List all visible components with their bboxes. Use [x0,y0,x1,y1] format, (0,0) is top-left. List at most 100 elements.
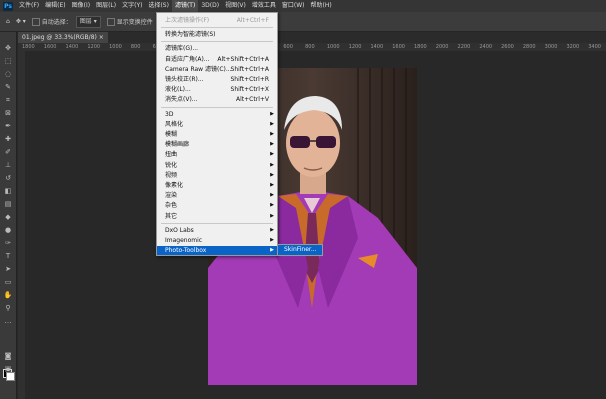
menu-type[interactable]: 文字(Y) [119,0,145,12]
menu-separator [161,222,273,224]
document-tab[interactable]: 01.jpeg @ 33.3%(RGB/8) × [18,32,108,43]
stamp-tool-icon[interactable]: ⊥ [2,161,14,170]
blur-tool-icon[interactable]: ◆ [2,213,14,222]
auto-select-dropdown[interactable]: 图层 ▾ [75,15,101,28]
menu-view[interactable]: 视图(V) [222,0,249,12]
auto-select-checkbox[interactable]: 自动选择： [31,17,72,27]
menu-item-label: 锐化 [165,161,178,169]
submenu-arrow-icon: ▶ [270,182,274,188]
menu-filter[interactable]: 滤镜(T) [171,0,199,12]
filter-menu-item[interactable]: 扭曲 ▶ [157,150,277,159]
filter-menu-item[interactable]: DxO Labs ▶ [157,226,277,235]
submenu-arrow-icon: ▶ [270,247,274,254]
ruler-tick-label: 2800 [522,44,536,50]
menu-item-label: 模糊 [165,131,178,138]
filter-menu-item[interactable]: 3D ▶ [157,110,277,119]
more-tools-icon[interactable]: … [2,317,14,326]
menu-file[interactable]: 文件(F) [16,0,42,12]
filter-menu-item[interactable]: 杂色 ▶ [157,201,277,210]
filter-menu-item[interactable]: 视频 ▶ [157,171,277,180]
move-tool-icon[interactable]: ✥ [2,44,14,53]
filter-menu-item[interactable]: 转换为智能滤镜(S) [157,30,277,39]
ruler-tick-label: 1000 [326,44,340,50]
menu-item-label: Photo-Toolbox [165,247,207,255]
ruler-tick-label: 1600 [392,44,405,50]
menu-3d[interactable]: 3D(D) [198,0,222,12]
filter-menu-item[interactable]: 液化(L)... Shift+Ctrl+X [157,85,277,94]
filter-menu-item[interactable]: 消失点(V)... Alt+Ctrl+V [157,95,277,104]
menu-item-label: 视频 [165,171,178,179]
filter-menu-item[interactable]: Imagenomic ▶ [157,236,277,245]
show-transform-checkbox[interactable]: 显示变换控件 [106,17,153,27]
filter-menu-item[interactable]: 滤镜库(G)... [157,44,277,53]
submenu-arrow-icon: ▶ [270,192,274,199]
quick-select-tool-icon[interactable]: ✎ [2,83,14,92]
filter-menu-item[interactable]: 风格化 ▶ [157,120,277,129]
submenu-arrow-icon: ▶ [270,237,274,243]
filter-menu-item[interactable]: 其它 ▶ [157,212,277,221]
filter-menu-item[interactable]: 自适应广角(A)... Alt+Shift+Ctrl+A [157,55,277,64]
filter-menu-item[interactable]: Camera Raw 滤镜(C)... Shift+Ctrl+A [157,65,277,74]
pen-tool-icon[interactable]: ✑ [2,239,14,248]
brush-tool-icon[interactable]: ✐ [2,148,14,157]
show-transform-label: 显示变换控件 [116,18,153,26]
eraser-tool-icon[interactable]: ◧ [2,187,14,196]
healing-tool-icon[interactable]: ✚ [2,135,14,144]
filter-menu-item[interactable]: 模糊 ▶ [157,130,277,139]
submenu-arrow-icon: ▶ [270,120,274,127]
menu-select[interactable]: 选择(S) [145,0,172,12]
menu-plugins[interactable]: 增效工具 [249,0,279,12]
screen-mode-icon[interactable]: ▣ [2,365,14,374]
dodge-tool-icon[interactable]: ● [2,226,14,235]
submenu-arrow-icon: ▶ [270,110,274,117]
hand-tool-icon[interactable]: ✋ [2,291,14,300]
menu-layer[interactable]: 图层(L) [93,0,119,12]
ruler-tick-label: 2600 [501,44,514,50]
type-tool-icon[interactable]: T [2,252,14,261]
filter-menu-item[interactable]: Photo-Toolbox ▶ [157,246,277,256]
menu-item-label: 杂色 [165,202,178,210]
filter-menu-item[interactable]: 像素化 ▶ [157,181,277,190]
filter-menu-item[interactable]: 镜头校正(R)... Shift+Ctrl+R [157,75,277,84]
menu-item-label: Camera Raw 滤镜(C)... [165,65,232,73]
menu-item-label: Imagenomic [165,237,203,244]
filter-menu-item[interactable]: 渲染 ▶ [157,191,277,200]
menu-item-shortcut: Shift+Ctrl+X [230,86,269,94]
menu-help[interactable]: 帮助(H) [308,0,335,12]
frame-tool-icon[interactable]: ⊠ [2,109,14,118]
submenu-item-skinfiner[interactable]: SkinFiner... [278,245,322,255]
menu-item-label: 其它 [165,212,178,220]
menu-item-label: 上次滤镜操作(F) [165,17,210,24]
menu-item-shortcut: Shift+Ctrl+R [230,76,269,83]
ruler-tick-label: 1400 [65,44,79,50]
menu-item-label: 镜头校正(R)... [165,76,204,83]
lasso-tool-icon[interactable]: ◌ [2,70,14,79]
crop-tool-icon[interactable]: ⌗ [2,96,14,105]
history-brush-tool-icon[interactable]: ↺ [2,174,14,183]
options-bar: ⌂ ✥ ▾ 自动选择： 图层 ▾ 显示变换控件 [0,12,606,32]
filter-menu-item[interactable]: 模糊画廊 ▶ [157,140,277,149]
path-select-tool-icon[interactable]: ➤ [2,265,14,274]
home-icon[interactable]: ⌂ [6,18,10,25]
photoshop-logo: Ps [3,1,13,11]
submenu-arrow-icon: ▶ [270,141,274,148]
filter-menu-item: 上次滤镜操作(F) Alt+Ctrl+F [157,16,277,25]
submenu-arrow-icon: ▶ [270,151,274,158]
ruler-tick-label: 3000 [544,44,558,50]
menu-edit[interactable]: 编辑(E) [42,0,68,12]
filter-menu-item[interactable]: 锐化 ▶ [157,161,277,170]
move-tool-icon[interactable]: ✥ ▾ [16,18,26,25]
menu-window[interactable]: 窗口(W) [279,0,308,12]
shape-tool-icon[interactable]: ▭ [2,278,14,287]
ruler-tick-label: 1600 [43,44,57,50]
marquee-tool-icon[interactable]: ⬚ [2,57,14,66]
quick-mask-icon[interactable]: ◙ [2,352,14,361]
menu-image[interactable]: 图像(I) [69,0,93,12]
zoom-tool-icon[interactable]: ⚲ [2,304,14,313]
submenu-arrow-icon: ▶ [270,171,274,178]
eyedropper-tool-icon[interactable]: ✒ [2,122,14,131]
menu-item-label: 风格化 [165,120,184,128]
gradient-tool-icon[interactable]: ▤ [2,200,14,209]
ruler-tick-label: 1200 [348,44,362,50]
ruler-tick-label: 800 [305,44,315,50]
